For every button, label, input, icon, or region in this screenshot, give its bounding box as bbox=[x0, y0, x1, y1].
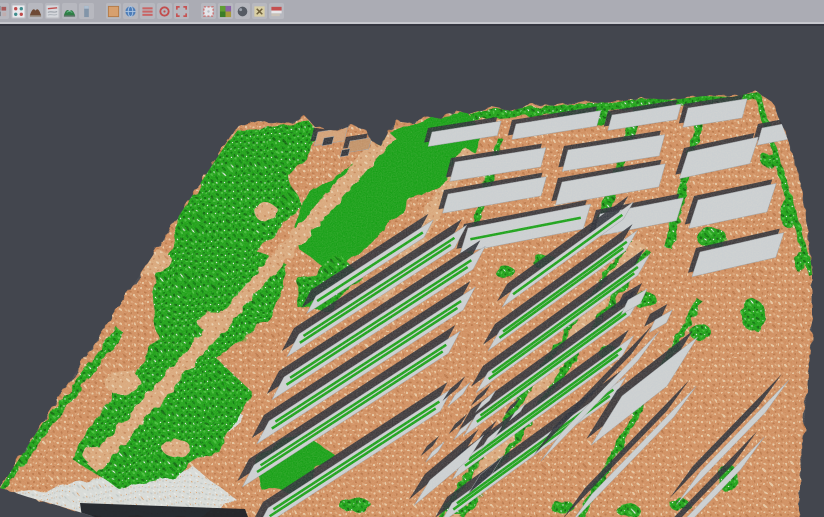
globe-icon[interactable] bbox=[123, 3, 138, 19]
target-icon[interactable] bbox=[157, 3, 172, 19]
orthophoto-icon[interactable] bbox=[106, 3, 121, 19]
tie-points-icon[interactable] bbox=[11, 3, 26, 19]
section-icon[interactable] bbox=[79, 3, 94, 19]
classification-icon[interactable] bbox=[218, 3, 233, 19]
scene-canvas bbox=[0, 26, 824, 517]
3d-viewport[interactable] bbox=[0, 26, 824, 517]
terrain-content bbox=[0, 26, 824, 517]
layers-icon[interactable] bbox=[140, 3, 155, 19]
contour-icon[interactable] bbox=[45, 3, 60, 19]
texture-icon[interactable] bbox=[252, 3, 267, 19]
dem-icon[interactable] bbox=[28, 3, 43, 19]
view-tools-group bbox=[106, 3, 189, 19]
grid-icon[interactable] bbox=[201, 3, 216, 19]
main-toolbar bbox=[0, 0, 824, 22]
flags-icon[interactable] bbox=[269, 3, 284, 19]
sphere-icon[interactable] bbox=[235, 3, 250, 19]
terrain-icon[interactable] bbox=[62, 3, 77, 19]
application-window bbox=[0, 0, 824, 517]
extent-icon[interactable] bbox=[174, 3, 189, 19]
analysis-tools-group bbox=[201, 3, 284, 19]
model-tools-group bbox=[0, 3, 94, 19]
pointcloud-grain bbox=[0, 26, 824, 517]
point-cloud-icon[interactable] bbox=[0, 3, 9, 19]
